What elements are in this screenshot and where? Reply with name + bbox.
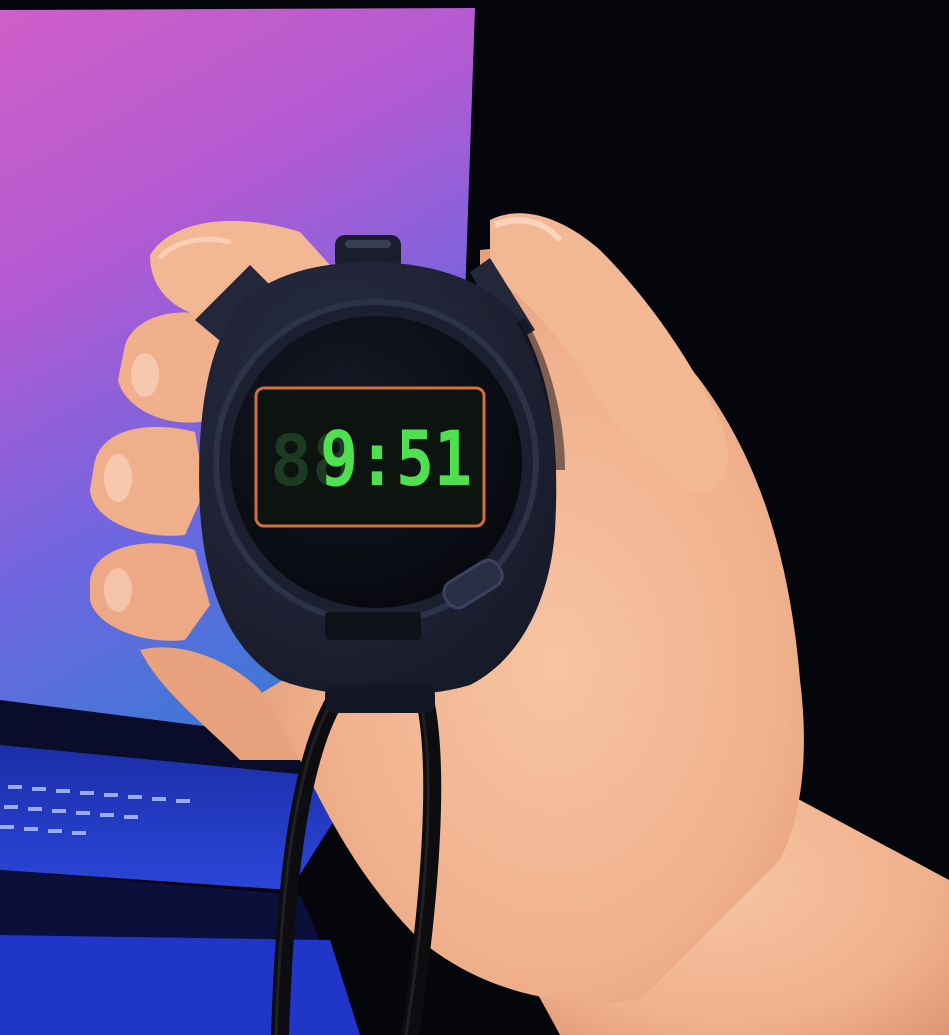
- lanyard-loop: [325, 685, 435, 713]
- label-plate: [325, 612, 421, 640]
- stopwatch: 88 9:51: [195, 235, 557, 713]
- lcd-time: 9:51: [320, 414, 472, 503]
- table-surface: [0, 935, 360, 1035]
- stopwatch-photo: 88 9:51: [0, 0, 949, 1035]
- lcd-display: 88 9:51: [254, 386, 486, 528]
